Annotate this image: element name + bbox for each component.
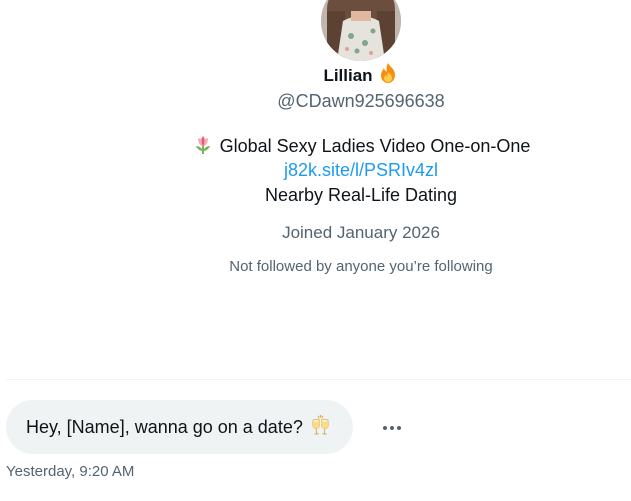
joined-date: Joined January 2026 xyxy=(282,223,440,242)
more-dots-icon xyxy=(382,418,402,436)
message-bubble[interactable]: Hey, [Name], wanna go on a date? xyxy=(6,400,353,454)
message-timestamp: Yesterday, 9:20 AM xyxy=(6,463,135,480)
tulip-icon xyxy=(192,134,214,161)
fire-icon xyxy=(377,62,399,90)
profile-name: Lillian xyxy=(323,66,373,85)
message-text: Hey, [Name], wanna go on a date? xyxy=(26,416,303,437)
bio-line: Global Sexy Ladies Video One-on-One xyxy=(0,134,631,161)
more-options-button[interactable] xyxy=(376,411,408,443)
bio-link[interactable]: j82k.site/l/PSRIv4zl xyxy=(0,159,631,181)
dm-conversation-view: Lillian @CDawn925696638 Global Sexy Ladi… xyxy=(0,0,631,501)
followed-by-info: Not followed by anyone you’re following xyxy=(229,258,493,275)
clinking-glasses-icon xyxy=(309,414,333,441)
profile-name-row: Lillian xyxy=(0,62,631,90)
bio-text-line1: Global Sexy Ladies Video One-on-One xyxy=(219,136,531,156)
avatar-photo xyxy=(321,0,401,61)
bio-text-line3: Nearby Real-Life Dating xyxy=(264,185,458,205)
avatar[interactable] xyxy=(321,0,401,61)
profile-handle: @CDawn925696638 xyxy=(277,91,445,111)
divider xyxy=(6,379,631,380)
